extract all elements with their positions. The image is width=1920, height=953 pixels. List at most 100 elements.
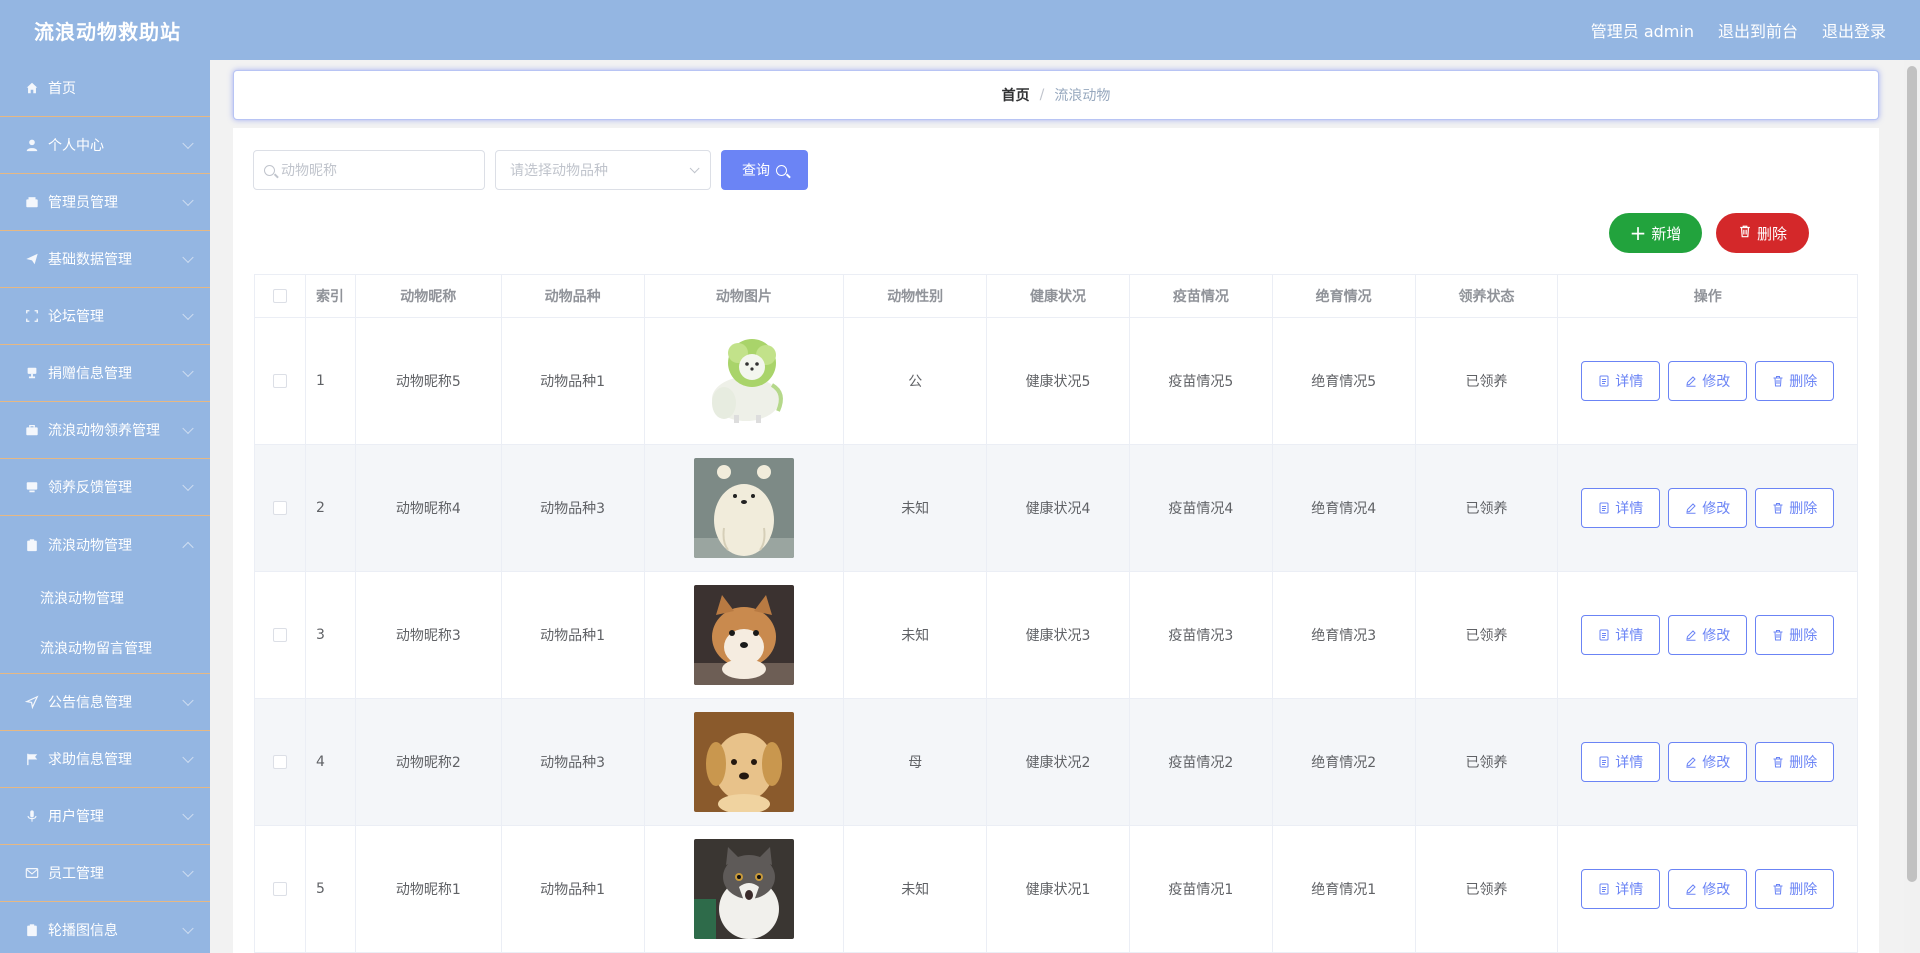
cell-sex: 公 <box>844 318 988 444</box>
header-vaccine: 疫苗情况 <box>1130 275 1273 317</box>
sidebar-item-users[interactable]: 用户管理 <box>0 788 210 845</box>
surprised-cat-photo <box>693 839 794 939</box>
delete-button[interactable]: 删除 <box>1755 742 1835 782</box>
breadcrumb-home[interactable]: 首页 <box>1002 85 1030 105</box>
add-button[interactable]: + 新增 <box>1609 213 1702 253</box>
trash-icon <box>1773 884 1783 895</box>
sidebar-item-announcements[interactable]: 公告信息管理 <box>0 674 210 731</box>
main-content: 动物昵称 请选择动物品种 查询 + 新增 删除 索引 动物昵称 动物品种 动物图… <box>233 128 1879 953</box>
cell-sex: 未知 <box>844 826 988 952</box>
chevron-down-icon <box>182 137 194 150</box>
edit-button[interactable]: 修改 <box>1668 869 1748 909</box>
cell-name: 动物昵称1 <box>356 826 502 952</box>
polar-bear-cartoon-photo <box>693 458 794 558</box>
sidebar-item-forum[interactable]: 论坛管理 <box>0 288 210 345</box>
edit-icon <box>1686 503 1696 514</box>
animal-name-search-input[interactable]: 动物昵称 <box>253 150 485 190</box>
header-sterilize: 绝育情况 <box>1273 275 1416 317</box>
delete-label: 删除 <box>1789 501 1818 517</box>
edit-label: 修改 <box>1702 755 1731 771</box>
sidebar-item-label: 公告信息管理 <box>48 695 132 711</box>
edit-button[interactable]: 修改 <box>1668 742 1748 782</box>
chevron-down-icon <box>182 751 194 764</box>
document-icon <box>1599 756 1609 768</box>
detail-button[interactable]: 详情 <box>1581 742 1661 782</box>
header-index: 索引 <box>306 275 356 317</box>
cell-name: 动物昵称4 <box>356 445 502 571</box>
select-all-checkbox[interactable] <box>272 289 287 303</box>
row-checkbox-cell <box>255 572 306 698</box>
chevron-down-icon <box>182 365 194 378</box>
animal-breed-select[interactable]: 请选择动物品种 <box>495 150 711 190</box>
row-checkbox[interactable] <box>272 374 287 388</box>
edit-label: 修改 <box>1702 628 1731 644</box>
submenu-item-stray-animal-management[interactable]: 流浪动物管理 <box>0 573 210 623</box>
batch-delete-button[interactable]: 删除 <box>1716 213 1809 253</box>
sidebar-item-adoption[interactable]: 流浪动物领养管理 <box>0 402 210 459</box>
sidebar-item-label: 员工管理 <box>48 866 104 882</box>
cell-adopt-status: 已领养 <box>1416 445 1559 571</box>
detail-button[interactable]: 详情 <box>1581 361 1661 401</box>
sidebar-item-adoption-feedback[interactable]: 领养反馈管理 <box>0 459 210 516</box>
chevron-down-icon <box>182 308 194 321</box>
page-scrollbar-thumb[interactable] <box>1907 66 1917 882</box>
query-button[interactable]: 查询 <box>721 150 808 190</box>
sidebar-item-donation[interactable]: 捐赠信息管理 <box>0 345 210 402</box>
edit-button[interactable]: 修改 <box>1668 615 1748 655</box>
cell-vaccine: 疫苗情况3 <box>1130 572 1273 698</box>
cell-health: 健康状况4 <box>987 445 1130 571</box>
chevron-down-icon <box>182 865 194 878</box>
cell-index: 4 <box>306 699 356 825</box>
search-placeholder: 动物昵称 <box>281 163 337 179</box>
sidebar-item-carousel[interactable]: 轮播图信息 <box>0 902 210 953</box>
submenu-item-stray-animal-comments[interactable]: 流浪动物留言管理 <box>0 623 210 673</box>
sidebar-item-basic-data[interactable]: 基础数据管理 <box>0 231 210 288</box>
detail-button[interactable]: 详情 <box>1581 488 1661 528</box>
cabbage-dog-photo <box>693 331 794 431</box>
sidebar-item-admin-management[interactable]: 管理员管理 <box>0 174 210 231</box>
cell-vaccine: 疫苗情况2 <box>1130 699 1273 825</box>
sidebar-item-help-requests[interactable]: 求助信息管理 <box>0 731 210 788</box>
row-checkbox[interactable] <box>272 628 287 642</box>
sidebar: 首页 个人中心 管理员管理 基础数据管理 论坛管理 捐赠信息管理 流浪动物领养管… <box>0 60 210 953</box>
sidebar-item-staff[interactable]: 员工管理 <box>0 845 210 902</box>
sidebar-item-label: 个人中心 <box>48 138 104 154</box>
row-checkbox[interactable] <box>272 755 287 769</box>
exit-to-front-link[interactable]: 退出到前台 <box>1718 18 1798 42</box>
detail-button[interactable]: 详情 <box>1581 869 1661 909</box>
row-checkbox-cell <box>255 699 306 825</box>
cell-operations: 详情 修改 删除 <box>1558 826 1857 952</box>
detail-button[interactable]: 详情 <box>1581 615 1661 655</box>
cell-image <box>645 572 845 698</box>
sidebar-item-stray-animals[interactable]: 流浪动物管理 <box>0 516 210 573</box>
location-arrow-icon <box>24 694 40 710</box>
delete-label: 删除 <box>1756 224 1787 243</box>
chevron-down-icon <box>182 422 194 435</box>
table-row: 4 动物昵称2 动物品种3 母 健康状况2 疫苗情况2 绝育情况2 已领养 详情… <box>255 699 1857 826</box>
stray-animals-submenu: 流浪动物管理 流浪动物留言管理 <box>0 573 210 674</box>
search-icon <box>264 164 275 176</box>
animals-table: 索引 动物昵称 动物品种 动物图片 动物性别 健康状况 疫苗情况 绝育情况 领养… <box>254 274 1858 953</box>
edit-button[interactable]: 修改 <box>1668 361 1748 401</box>
header-adopt-status: 领养状态 <box>1416 275 1559 317</box>
row-checkbox[interactable] <box>272 501 287 515</box>
delete-button[interactable]: 删除 <box>1755 869 1835 909</box>
cell-operations: 详情 修改 删除 <box>1558 699 1857 825</box>
row-checkbox[interactable] <box>272 882 287 896</box>
clipboard-icon <box>24 537 40 553</box>
sidebar-item-home[interactable]: 首页 <box>0 60 210 117</box>
sidebar-item-personal-center[interactable]: 个人中心 <box>0 117 210 174</box>
cell-sterilize: 绝育情况2 <box>1273 699 1416 825</box>
delete-button[interactable]: 删除 <box>1755 361 1835 401</box>
logout-link[interactable]: 退出登录 <box>1822 18 1886 42</box>
breadcrumb-separator: / <box>1039 87 1045 103</box>
detail-label: 详情 <box>1615 374 1644 390</box>
edit-button[interactable]: 修改 <box>1668 488 1748 528</box>
document-icon <box>24 922 40 938</box>
delete-button[interactable]: 删除 <box>1755 615 1835 655</box>
trash-icon <box>1773 630 1783 641</box>
delete-button[interactable]: 删除 <box>1755 488 1835 528</box>
cell-image <box>645 826 845 952</box>
monitor-icon <box>24 479 40 495</box>
cup-icon <box>24 365 40 381</box>
